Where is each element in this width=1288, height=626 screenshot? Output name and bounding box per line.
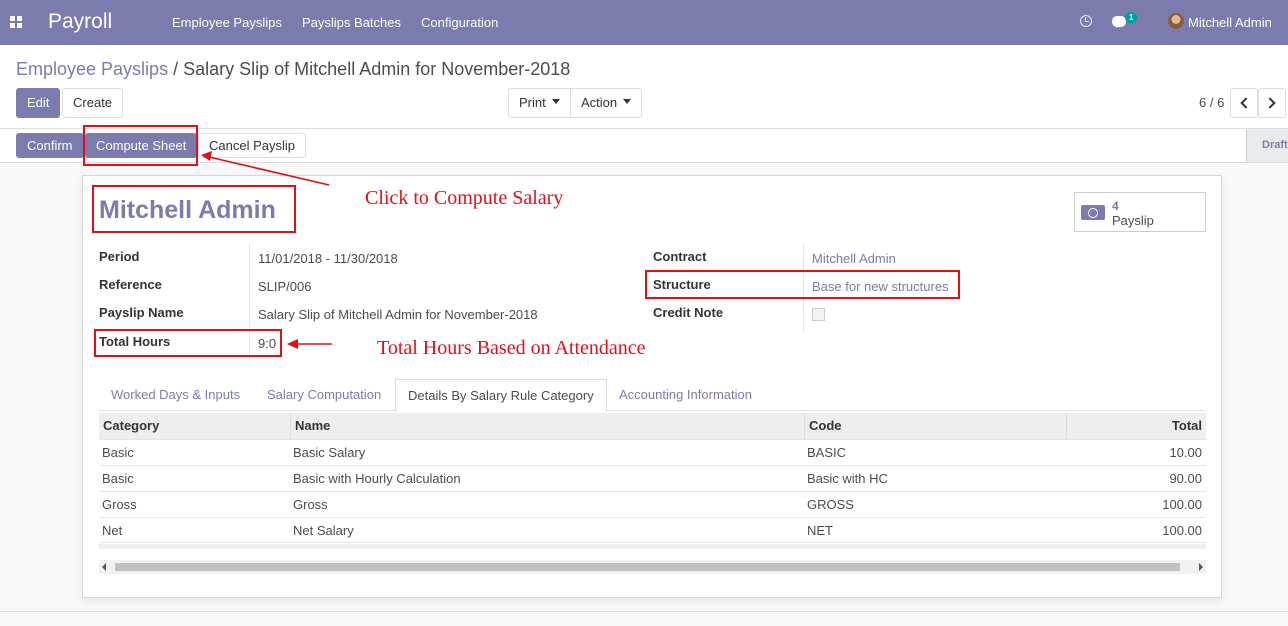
compute-arrow-head-icon [201,151,212,161]
hours-arrow-head-icon [287,339,298,349]
total-hours-annotation: Total Hours Based on Attendance [377,337,646,359]
compute-arrow-line [208,156,330,186]
annotation-arrows [201,151,332,349]
compute-salary-annotation: Click to Compute Salary [365,187,564,209]
